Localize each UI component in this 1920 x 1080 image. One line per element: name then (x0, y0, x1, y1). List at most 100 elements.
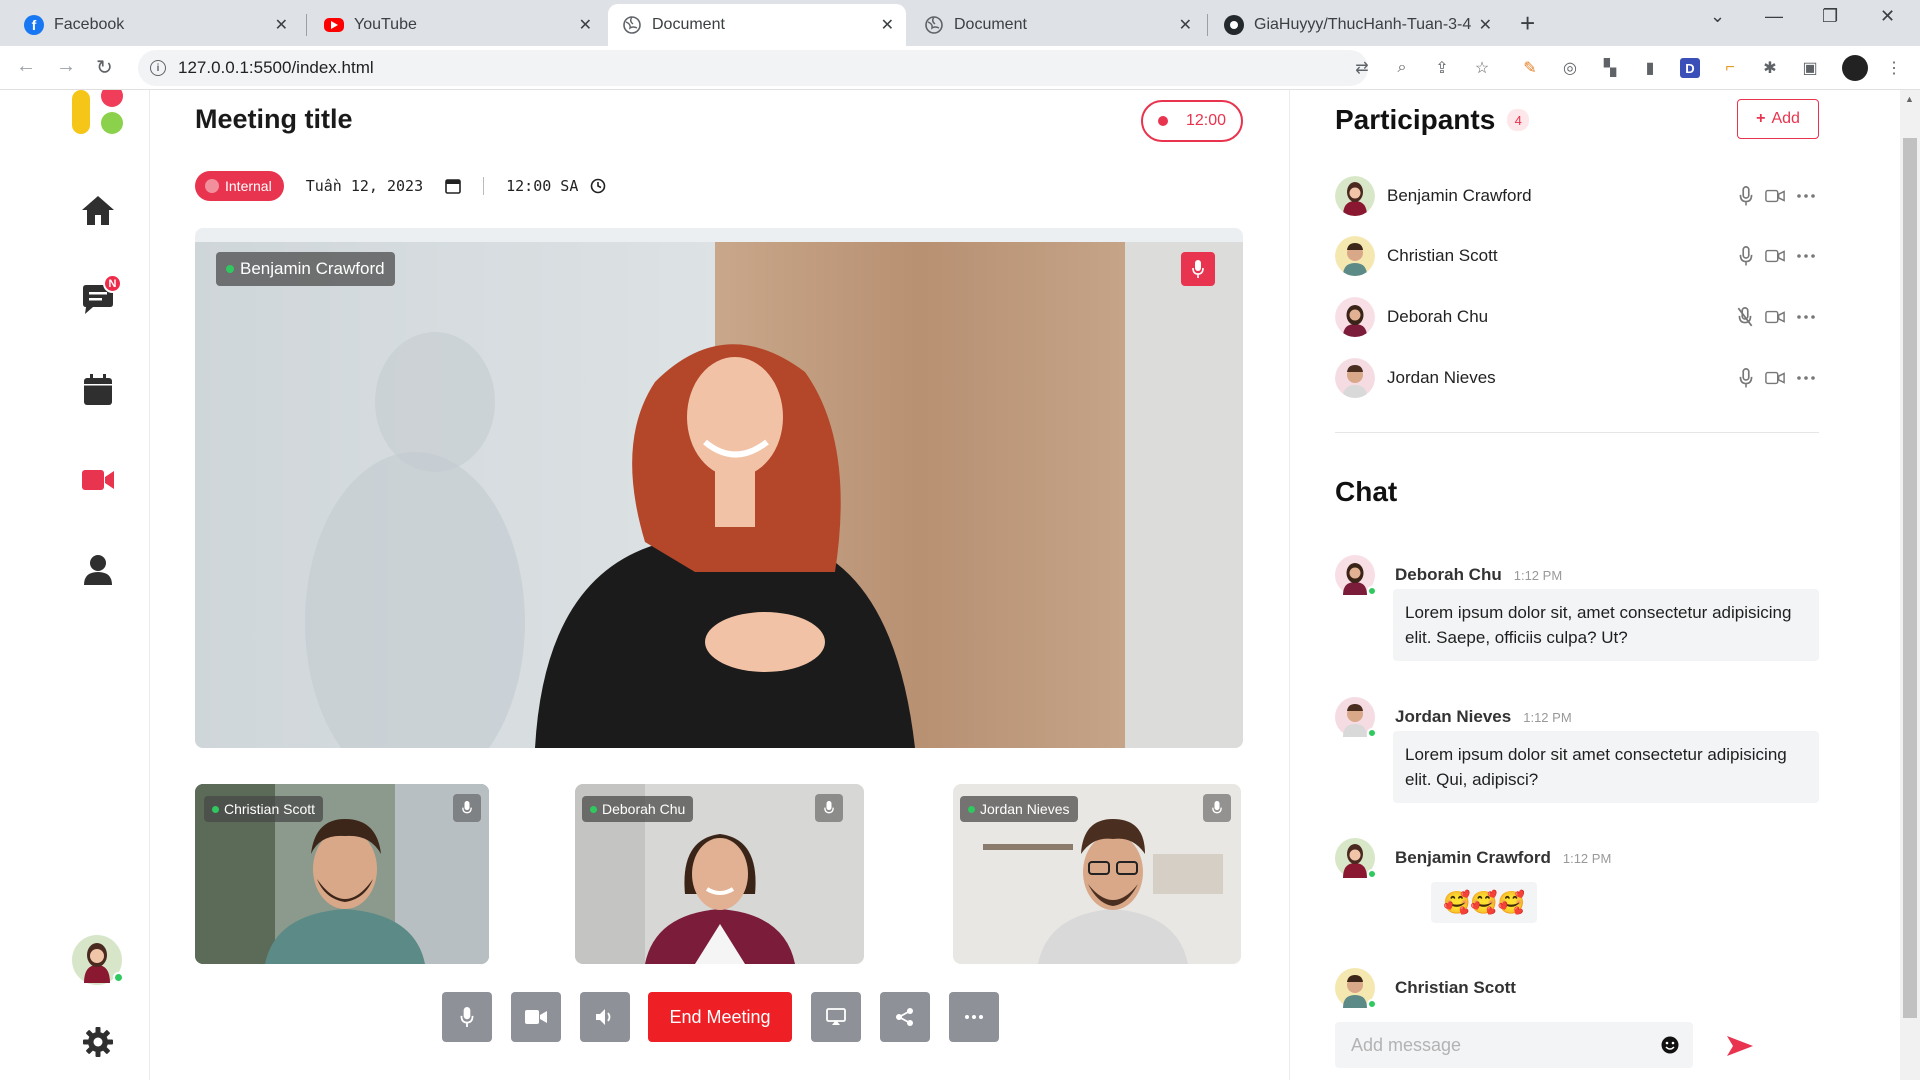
toggle-speaker-button[interactable] (580, 992, 630, 1042)
tab-close-icon[interactable]: ✕ (1179, 15, 1192, 35)
internal-tag[interactable]: Internal (195, 171, 284, 201)
ellipsis-icon[interactable] (1797, 194, 1815, 198)
tab-title: Document (652, 16, 725, 33)
tab-github[interactable]: GiaHuyyy/ThucHanh-Tuan-3-4-M ✕ (1210, 4, 1504, 46)
avatar (1335, 358, 1375, 398)
time-input[interactable]: 12:00 SA (506, 177, 606, 195)
sidebar-item-profile[interactable] (78, 550, 118, 590)
sidebar-item-calendar[interactable] (78, 370, 118, 410)
calendar-picker-icon[interactable] (445, 178, 461, 194)
compass-extension-icon[interactable]: ◎ (1560, 58, 1580, 78)
participant-row[interactable]: Jordan Nieves (1335, 354, 1819, 402)
tab-youtube[interactable]: YouTube ✕ (310, 4, 604, 46)
video-camera-icon[interactable] (1765, 370, 1785, 386)
video-camera-icon[interactable] (1765, 188, 1785, 204)
end-meeting-button[interactable]: End Meeting (648, 992, 792, 1042)
ellipsis-icon[interactable] (1797, 315, 1815, 319)
extension-icon[interactable]: ▚ (1600, 58, 1620, 78)
tab-close-icon[interactable]: ✕ (275, 15, 288, 35)
speaker-video-frame (195, 242, 1243, 748)
extension-icon[interactable]: ▮ (1640, 58, 1660, 78)
microphone-icon[interactable] (1739, 246, 1753, 266)
page-scrollbar[interactable]: ▲ (1900, 90, 1920, 1080)
speaker-mic-button[interactable] (1181, 252, 1215, 286)
profile-avatar-icon[interactable] (1842, 55, 1868, 81)
translate-icon[interactable]: ⇄ (1352, 58, 1372, 78)
microphone-muted-icon[interactable] (1737, 307, 1753, 327)
gear-icon (83, 1027, 113, 1057)
microphone-icon[interactable] (1739, 368, 1753, 388)
tab-document-active[interactable]: Document ✕ (608, 4, 906, 46)
restore-icon[interactable]: ❐ (1822, 6, 1838, 27)
tab-document[interactable]: Document ✕ (910, 4, 1204, 46)
participant-row[interactable]: Deborah Chu (1335, 293, 1819, 341)
chat-input-box[interactable] (1335, 1022, 1693, 1068)
send-icon[interactable] (1725, 1034, 1755, 1058)
scroll-thumb[interactable] (1903, 138, 1917, 1018)
sidebar-item-settings[interactable] (78, 1022, 118, 1062)
close-window-icon[interactable]: ✕ (1880, 6, 1895, 27)
main-video[interactable]: Benjamin Crawford (195, 228, 1243, 748)
share-icon[interactable]: ⇪ (1432, 58, 1452, 78)
microphone-icon[interactable] (1739, 186, 1753, 206)
zoom-icon[interactable]: ⌕ (1392, 58, 1412, 78)
share-button[interactable] (880, 992, 930, 1042)
tab-search-icon[interactable]: ⌄ (1710, 6, 1725, 27)
tab-close-icon[interactable]: ✕ (579, 15, 592, 35)
sidebar-item-home[interactable] (78, 190, 118, 230)
calendar-icon (84, 374, 112, 405)
emoji-icon[interactable] (1661, 1036, 1679, 1054)
forward-icon[interactable]: → (56, 55, 76, 78)
tab-close-icon[interactable]: ✕ (881, 15, 894, 35)
add-participant-button[interactable]: + Add (1737, 99, 1819, 139)
tab-facebook[interactable]: f Facebook ✕ (10, 4, 300, 46)
sidebar-item-messages[interactable]: N (78, 274, 122, 320)
video-camera-icon[interactable] (1765, 309, 1785, 325)
side-panel-icon[interactable]: ▣ (1800, 58, 1820, 78)
toggle-camera-button[interactable] (511, 992, 561, 1042)
participant-mic-button[interactable] (1203, 794, 1231, 822)
sidebar-item-video[interactable] (78, 460, 118, 500)
ellipsis-icon[interactable] (1797, 254, 1815, 258)
meeting-controls: End Meeting (151, 992, 1289, 1042)
record-dot-icon (1157, 116, 1168, 126)
date-input[interactable]: Tuần 12, 2023 (306, 177, 461, 195)
tab-close-icon[interactable]: ✕ (1479, 15, 1492, 35)
clock-icon[interactable] (590, 178, 606, 194)
ellipsis-icon[interactable] (1797, 376, 1815, 380)
avatar (1335, 968, 1377, 1009)
color-picker-extension-icon[interactable]: ✎ (1520, 58, 1540, 78)
participant-mic-button[interactable] (815, 794, 843, 822)
reload-icon[interactable]: ↻ (96, 55, 113, 80)
tab-title: GiaHuyyy/ThucHanh-Tuan-3-4-M (1254, 16, 1471, 33)
participant-tile[interactable]: Christian Scott (195, 784, 489, 964)
more-options-button[interactable] (949, 992, 999, 1042)
online-status-dot (113, 972, 124, 983)
participant-row[interactable]: Benjamin Crawford (1335, 172, 1819, 220)
minimize-icon[interactable]: — (1765, 6, 1783, 27)
puzzle-extensions-icon[interactable]: ✱ (1760, 58, 1780, 78)
message-input[interactable] (1351, 1034, 1651, 1056)
participant-name-tag: Jordan Nieves (960, 796, 1078, 822)
avatar (1335, 555, 1377, 596)
participant-row[interactable]: Christian Scott (1335, 232, 1819, 280)
new-tab-button[interactable]: + (1520, 8, 1535, 38)
video-camera-icon[interactable] (1765, 248, 1785, 264)
site-info-icon[interactable]: i (150, 60, 166, 76)
extension-icon[interactable]: ⌐ (1720, 58, 1740, 78)
current-user-avatar[interactable] (72, 935, 124, 985)
browser-menu-icon[interactable]: ⋮ (1884, 58, 1904, 78)
participant-name: Deborah Chu (602, 801, 686, 817)
bookmark-star-icon[interactable]: ☆ (1472, 58, 1492, 78)
participant-name: Christian Scott (224, 801, 316, 817)
participant-tile[interactable]: Jordan Nieves (953, 784, 1241, 964)
d-extension-icon[interactable]: D (1680, 58, 1700, 78)
screen-share-button[interactable] (811, 992, 861, 1042)
participant-mic-button[interactable] (453, 794, 481, 822)
scroll-up-icon[interactable]: ▲ (1905, 94, 1914, 104)
record-button[interactable]: 12:00 (1141, 100, 1243, 142)
toggle-mic-button[interactable] (442, 992, 492, 1042)
participant-tile[interactable]: Deborah Chu (575, 784, 864, 964)
back-icon[interactable]: ← (16, 55, 36, 78)
omnibox[interactable]: i 127.0.0.1:5500/index.html (138, 50, 1368, 86)
